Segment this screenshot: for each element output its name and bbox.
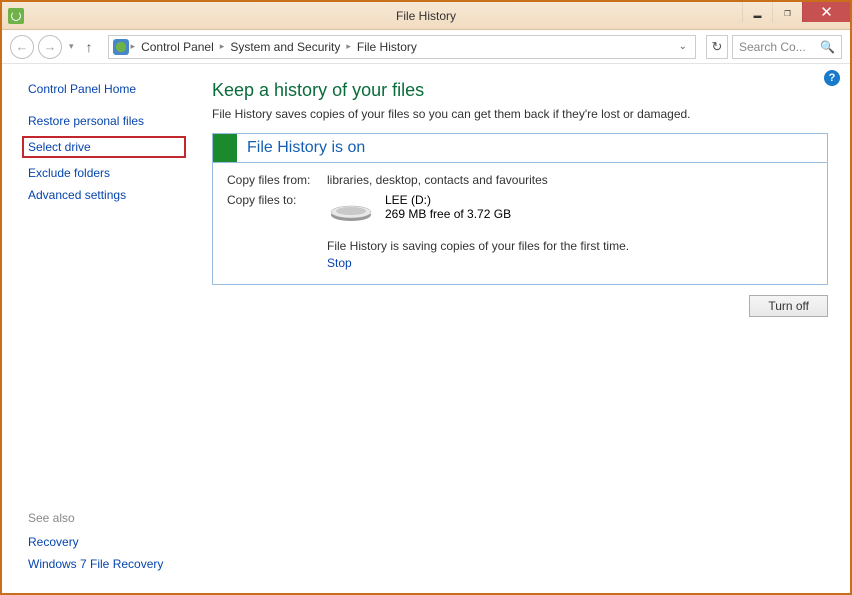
window-buttons: ❐ ✕ [742, 2, 850, 29]
detail-box: Copy files from: libraries, desktop, con… [212, 163, 828, 285]
drive-free-space: 269 MB free of 3.72 GB [385, 207, 511, 221]
copy-from-label: Copy files from: [227, 173, 327, 187]
content-area: ? Control Panel Home Restore personal fi… [2, 64, 850, 591]
stop-link[interactable]: Stop [327, 256, 352, 270]
copy-from-value: libraries, desktop, contacts and favouri… [327, 173, 548, 187]
minimize-button[interactable] [742, 2, 772, 22]
back-button[interactable]: ← [10, 35, 34, 59]
up-button[interactable]: ↑ [81, 39, 98, 55]
status-indicator-icon [213, 134, 237, 162]
sidebar-recovery[interactable]: Recovery [28, 535, 196, 549]
window-title: File History [396, 9, 456, 23]
sidebar-advanced-settings[interactable]: Advanced settings [28, 188, 196, 202]
see-also-header: See also [28, 511, 196, 525]
address-dropdown-icon[interactable]: ⌄ [675, 41, 691, 52]
forward-button[interactable]: → [38, 35, 62, 59]
sidebar-bottom: See also Recovery Windows 7 File Recover… [28, 511, 196, 579]
drive-icon [327, 193, 375, 223]
saving-message: File History is saving copies of your fi… [327, 239, 813, 253]
breadcrumb-control-panel[interactable]: Control Panel [137, 38, 218, 56]
copy-to-label: Copy files to: [227, 193, 327, 207]
sidebar-restore-files[interactable]: Restore personal files [28, 114, 196, 128]
chevron-right-icon[interactable]: ▸ [131, 41, 136, 52]
navigation-toolbar: ← → ▾ ↑ ▸ Control Panel ▸ System and Sec… [2, 30, 850, 64]
search-placeholder: Search Co... [739, 40, 806, 54]
close-button[interactable]: ✕ [802, 2, 850, 22]
action-row: Turn off [212, 295, 828, 317]
address-bar[interactable]: ▸ Control Panel ▸ System and Security ▸ … [108, 35, 696, 59]
sidebar-select-drive[interactable]: Select drive [22, 136, 186, 158]
titlebar: File History ❐ ✕ [2, 2, 850, 30]
sidebar: Control Panel Home Restore personal file… [2, 64, 212, 591]
sidebar-win7-recovery[interactable]: Windows 7 File Recovery [28, 557, 196, 571]
control-panel-icon [113, 39, 129, 55]
chevron-right-icon[interactable]: ▸ [346, 41, 351, 52]
breadcrumb-system-security[interactable]: System and Security [226, 38, 344, 56]
page-description: File History saves copies of your files … [212, 107, 828, 121]
breadcrumb-file-history[interactable]: File History [353, 38, 421, 56]
main-panel: Keep a history of your files File Histor… [212, 64, 850, 591]
drive-name: LEE (D:) [385, 193, 511, 207]
control-panel-home-link[interactable]: Control Panel Home [28, 82, 196, 96]
drive-info: LEE (D:) 269 MB free of 3.72 GB [385, 193, 511, 221]
page-title: Keep a history of your files [212, 80, 828, 101]
turn-off-button[interactable]: Turn off [749, 295, 828, 317]
help-icon[interactable]: ? [824, 70, 840, 86]
chevron-right-icon[interactable]: ▸ [220, 41, 225, 52]
copy-from-row: Copy files from: libraries, desktop, con… [227, 173, 813, 187]
maximize-button[interactable]: ❐ [772, 2, 802, 22]
app-icon [8, 8, 24, 24]
status-text: File History is on [237, 139, 365, 157]
copy-to-row: Copy files to: LEE (D:) 269 MB free of 3… [227, 193, 813, 223]
history-dropdown[interactable]: ▾ [66, 41, 77, 52]
sidebar-exclude-folders[interactable]: Exclude folders [28, 166, 196, 180]
refresh-button[interactable]: ↻ [706, 35, 728, 59]
search-input[interactable]: Search Co... 🔍 [732, 35, 842, 59]
status-banner: File History is on [212, 133, 828, 163]
search-icon: 🔍 [820, 40, 835, 54]
